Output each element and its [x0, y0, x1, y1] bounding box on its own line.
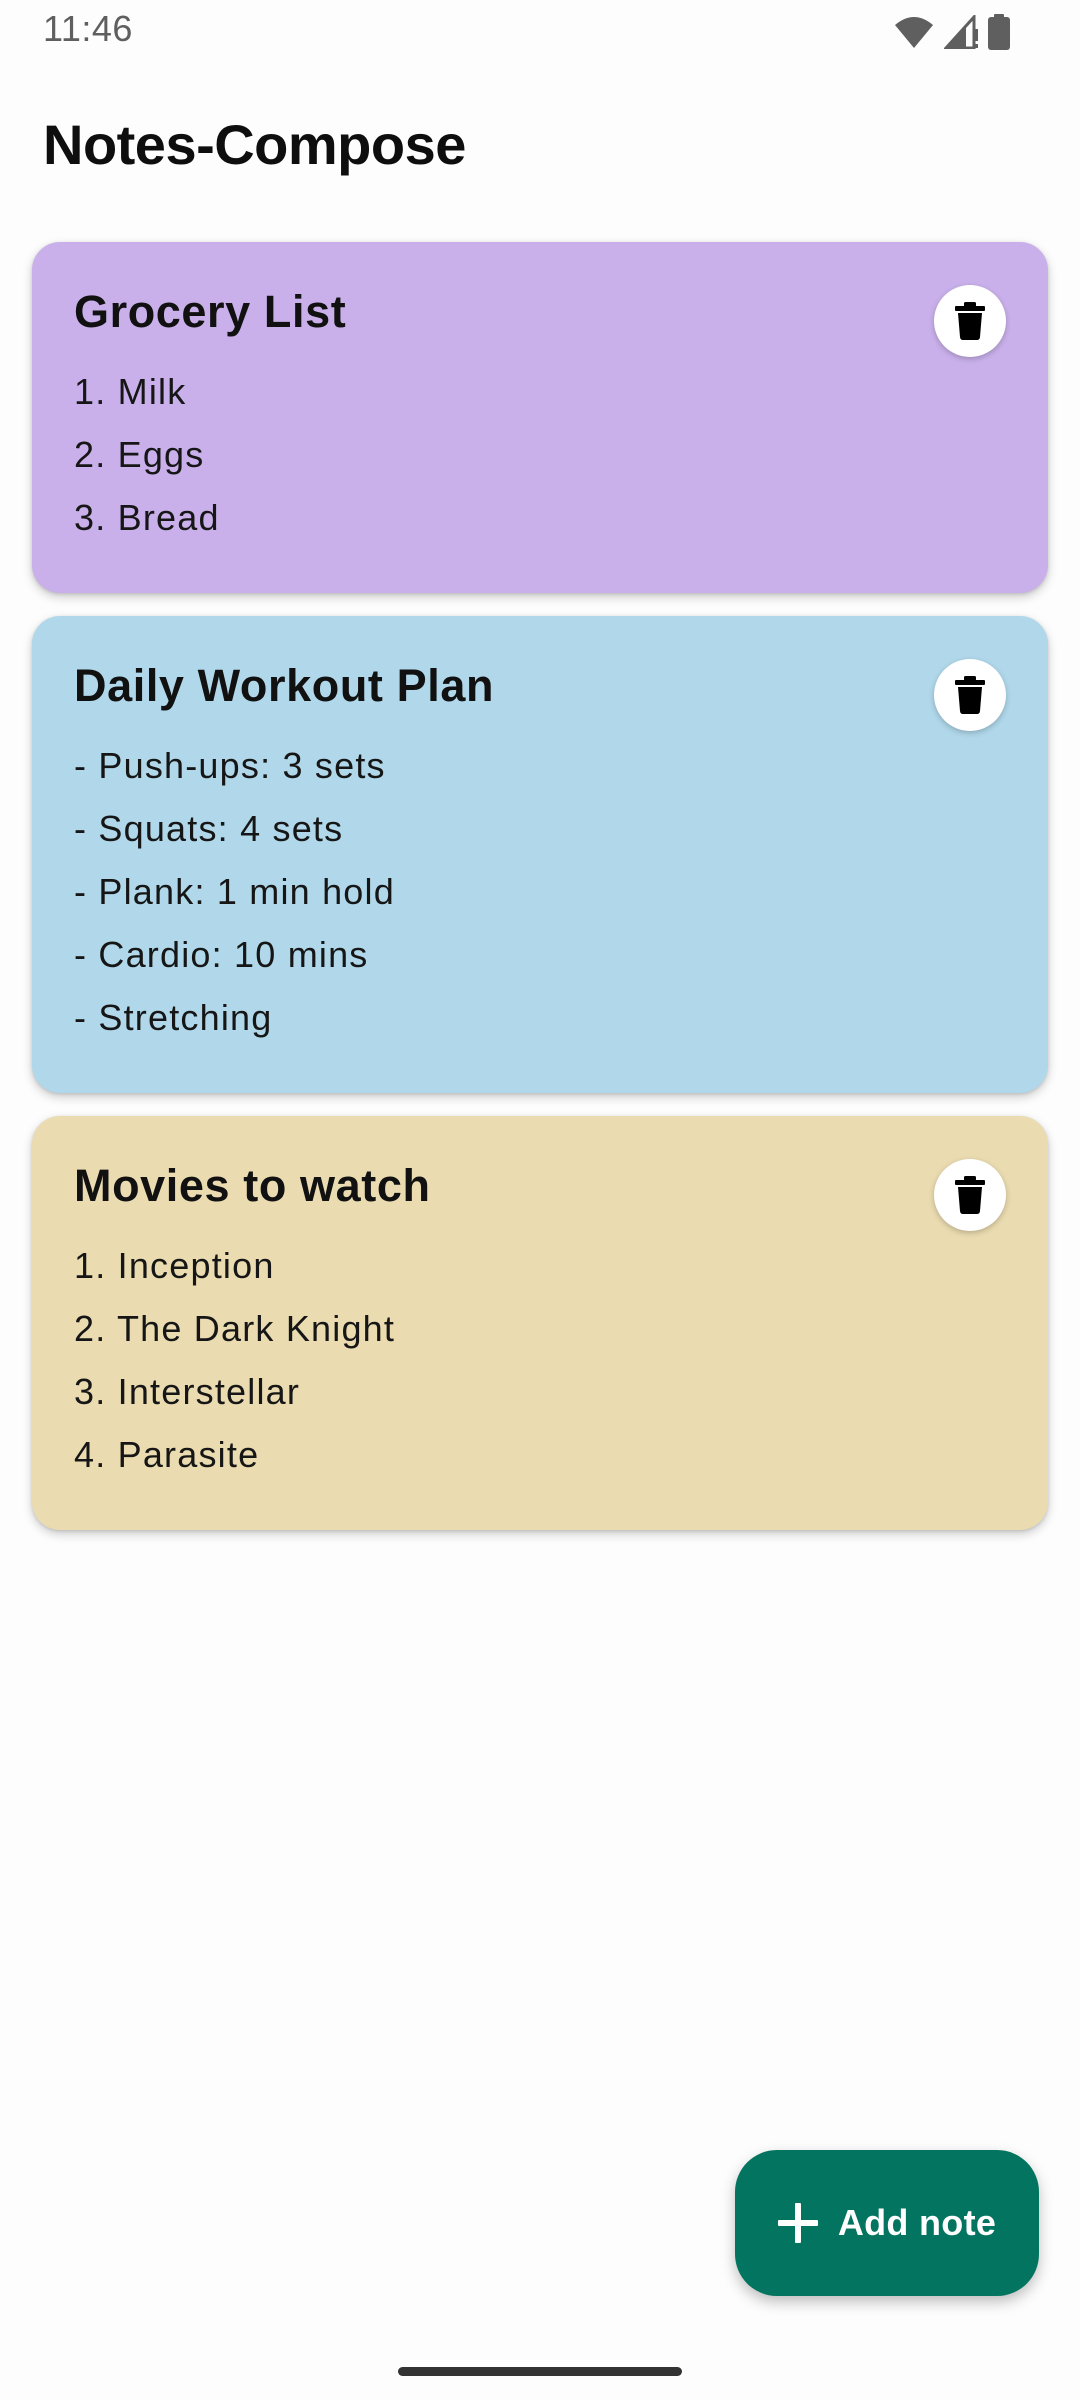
delete-note-button[interactable] [934, 285, 1006, 357]
note-line: - Push-ups: 3 sets [74, 745, 386, 786]
home-indicator[interactable] [398, 2367, 682, 2376]
add-note-label: Add note [837, 2202, 997, 2243]
status-icons [894, 12, 1010, 52]
note-line: 1. Inception [74, 1245, 275, 1286]
status-bar: 11:46 [0, 0, 1080, 64]
note-card[interactable]: Daily Workout Plan - Push-ups: 3 sets - … [32, 616, 1048, 1093]
note-line: 2. Eggs [74, 434, 205, 475]
note-line: 3. Interstellar [74, 1371, 301, 1412]
note-line: - Stretching [74, 997, 273, 1038]
trash-icon [955, 1176, 985, 1214]
signal-icon [944, 15, 978, 49]
note-line: 4. Parasite [74, 1434, 260, 1475]
battery-icon [988, 14, 1010, 50]
delete-note-button[interactable] [934, 659, 1006, 731]
note-title: Daily Workout Plan [74, 660, 495, 711]
note-card[interactable]: Grocery List 1. Milk 2. Eggs 3. Bread [32, 242, 1048, 593]
note-title: Grocery List [74, 286, 347, 337]
note-line: 2. The Dark Knight [74, 1308, 396, 1349]
delete-note-button[interactable] [934, 1159, 1006, 1231]
page-title: Notes-Compose [43, 113, 466, 176]
note-title: Movies to watch [74, 1160, 431, 1211]
status-time: 11:46 [43, 8, 133, 49]
note-line: - Squats: 4 sets [74, 808, 344, 849]
notes-list: Grocery List 1. Milk 2. Eggs 3. Bread Da… [32, 242, 1048, 1553]
wifi-icon [895, 17, 933, 48]
note-line: - Plank: 1 min hold [74, 871, 395, 912]
note-card[interactable]: Movies to watch 1. Inception 2. The Dark… [32, 1116, 1048, 1530]
note-line: 3. Bread [74, 497, 220, 538]
screen: 11:46 Notes-Compose Grocery List 1. Milk… [0, 0, 1080, 2400]
trash-icon [955, 676, 985, 714]
trash-icon [955, 302, 985, 340]
add-note-button[interactable]: Add note [735, 2150, 1039, 2296]
note-line: - Cardio: 10 mins [74, 934, 369, 975]
note-line: 1. Milk [74, 371, 187, 412]
plus-icon [777, 2203, 818, 2243]
